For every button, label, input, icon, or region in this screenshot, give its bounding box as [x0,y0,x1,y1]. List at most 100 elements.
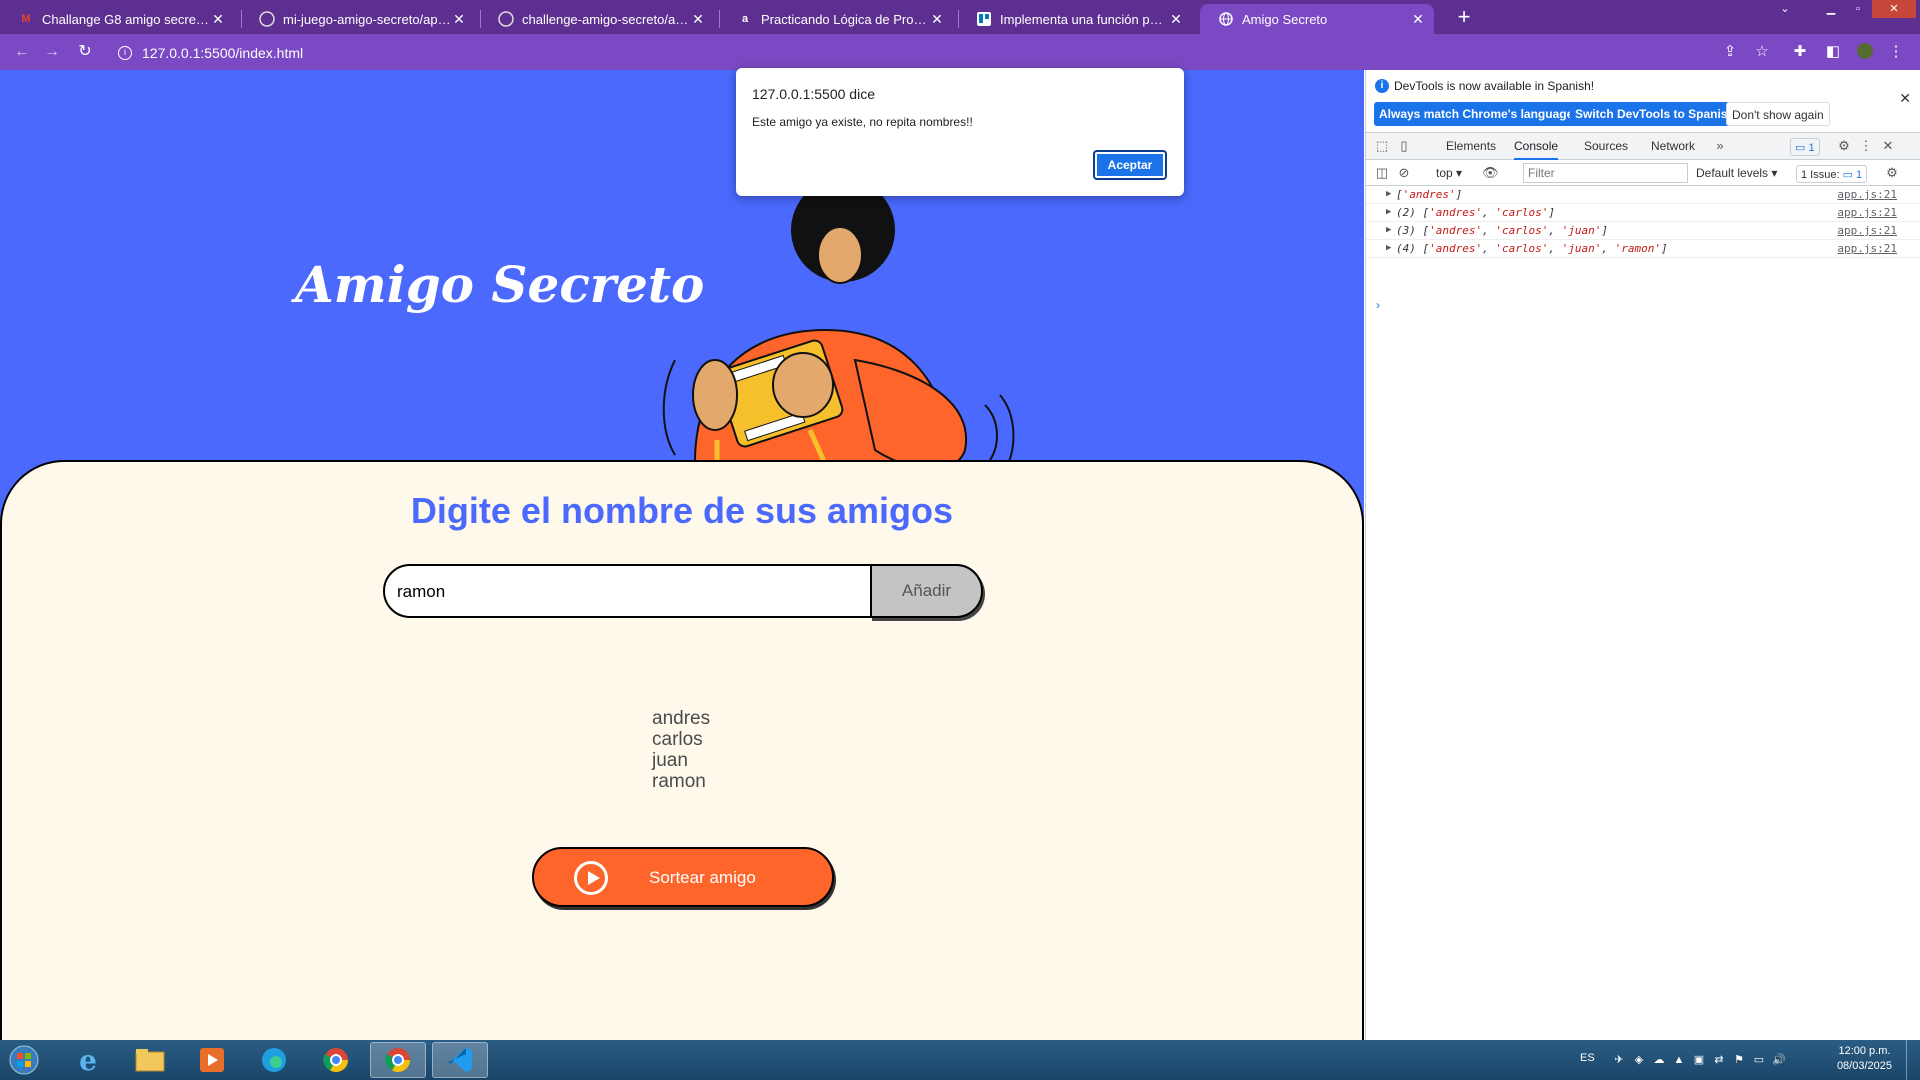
console-log-row[interactable]: ▶ (4) ['andres', 'carlos', 'juan', 'ramon… [1366,240,1920,258]
forward-icon[interactable]: → [42,42,62,62]
match-language-button[interactable]: Always match Chrome's language [1374,102,1579,126]
settings-gear-icon[interactable]: ⚙ [1836,138,1852,154]
vscode-icon[interactable] [432,1042,488,1078]
messages-badge[interactable]: ▭ 1 [1790,138,1820,156]
tray-app-icon[interactable]: ✈ [1612,1053,1626,1067]
media-player-icon[interactable] [184,1042,240,1078]
app-title: Amigo Secreto [295,255,705,314]
minimize-button[interactable]: ▁ [1818,0,1844,18]
context-value: top [1436,166,1453,180]
inspect-element-icon[interactable]: ⬚ [1374,138,1390,154]
console-log-row[interactable]: ▶ (2) ['andres', 'carlos'] app.js:21 [1366,204,1920,222]
tab-alura[interactable]: a Practicando Lógica de Programac ✕ [719,4,953,34]
tray-flag-icon[interactable]: ⚑ [1732,1053,1746,1067]
tab-close-icon[interactable]: ✕ [1410,11,1426,28]
tray-network-app-icon[interactable]: ▣ [1692,1053,1706,1067]
live-expression-eye-icon[interactable]: 👁 [1482,165,1499,181]
tab-search-icon[interactable]: ⌄ [1775,0,1795,18]
new-tab-button[interactable]: + [1450,5,1478,29]
switch-language-button[interactable]: Switch DevTools to Spanish [1570,102,1740,126]
close-window-button[interactable]: ✕ [1872,0,1916,18]
tab-gmail[interactable]: M Challange G8 amigo secreto - sig ✕ [0,4,234,34]
expand-arrow-icon[interactable]: ▶ [1386,189,1391,199]
console-log-row[interactable]: ▶ (3) ['andres', 'carlos', 'juan'] app.js:… [1366,222,1920,240]
draw-friend-label: Sortear amigo [649,868,756,887]
file-explorer-icon[interactable] [122,1042,178,1078]
maximize-button[interactable]: ▫ [1845,0,1871,18]
tab-github-2[interactable]: challenge-amigo-secreto/app.js a ✕ [480,4,714,34]
share-icon[interactable]: ⇪ [1720,42,1740,62]
tab-close-icon[interactable]: ✕ [929,11,945,28]
close-icon[interactable]: ✕ [1899,90,1911,107]
chrome-menu-icon[interactable]: ⋮ [1886,42,1906,62]
site-info-icon[interactable]: i [118,46,132,60]
expand-arrow-icon[interactable]: ▶ [1386,207,1391,217]
side-panel-icon[interactable]: ◧ [1823,42,1843,62]
start-button[interactable] [0,1042,48,1078]
issues-label: 1 Issue: [1801,169,1840,181]
expand-arrow-icon[interactable]: ▶ [1386,243,1391,253]
url-bar[interactable]: i 127.0.0.1:5500/index.html [108,40,1728,66]
tab-close-icon[interactable]: ✕ [210,11,226,28]
tab-trello[interactable]: Implementa una función para act ✕ [958,4,1192,34]
console-prompt-icon[interactable]: › [1376,298,1380,312]
console-log-row[interactable]: ▶ ['andres'] app.js:21 [1366,186,1920,204]
add-friend-button[interactable]: Añadir [870,564,983,618]
tab-network[interactable]: Network [1651,133,1695,160]
tab-github-1[interactable]: mi-juego-amigo-secreto/app.js a ✕ [241,4,475,34]
tray-security-icon[interactable]: ▲ [1672,1053,1686,1067]
console-log-text: (4) ['andres', 'carlos', 'juan', 'ramon'… [1396,242,1668,255]
tray-show-hidden-icon[interactable]: ⇄ [1712,1053,1726,1067]
section-heading: Digite el nombre de sus amigos [410,490,954,531]
draw-friend-button[interactable]: Sortear amigo [532,847,834,907]
tab-console[interactable]: Console [1514,133,1559,160]
clock-date: 08/03/2025 [1836,1060,1892,1072]
dialog-ok-button[interactable]: Aceptar [1093,150,1167,180]
tab-sources[interactable]: Sources [1584,133,1628,160]
list-item: juan [652,750,688,771]
dont-show-again-button[interactable]: Don't show again [1726,102,1830,126]
console-source-link[interactable]: app.js:21 [1837,206,1897,219]
context-select[interactable]: top ▾ [1436,160,1462,187]
console-settings-icon[interactable]: ⚙ [1884,165,1900,181]
internet-explorer-icon[interactable]: e [60,1042,116,1078]
edge-browser-icon[interactable] [246,1042,302,1078]
tab-close-icon[interactable]: ✕ [1168,11,1184,28]
back-icon[interactable]: ← [12,42,32,62]
console-source-link[interactable]: app.js:21 [1837,242,1897,255]
reload-icon[interactable]: ↻ [75,42,95,62]
play-icon [574,861,608,895]
tray-display-icon[interactable]: ▭ [1752,1053,1766,1067]
issues-badge[interactable]: 1 Issue: ▭ 1 [1796,165,1868,183]
console-source-link[interactable]: app.js:21 [1837,188,1897,201]
profile-avatar-icon[interactable] [1855,42,1875,62]
messages-count: 1 [1808,142,1815,154]
github-icon [259,11,275,27]
close-devtools-icon[interactable]: ✕ [1880,138,1896,154]
console-filter-input[interactable]: Filter [1523,163,1688,183]
log-levels-select[interactable]: Default levels ▾ [1696,160,1777,187]
more-tabs-icon[interactable]: » [1712,138,1728,154]
expand-arrow-icon[interactable]: ▶ [1386,225,1391,235]
chrome-active-icon[interactable] [370,1042,426,1078]
tab-close-icon[interactable]: ✕ [451,11,467,28]
bookmark-star-icon[interactable]: ☆ [1752,42,1772,62]
tab-title: Practicando Lógica de Programac [761,11,929,27]
chrome-icon[interactable] [308,1042,364,1078]
tab-amigo-secreto[interactable]: Amigo Secreto ✕ [1200,4,1434,34]
tray-cloud-icon[interactable]: ☁ [1652,1053,1666,1067]
devtools-menu-icon[interactable]: ⋮ [1858,138,1874,154]
tray-volume-icon[interactable]: 🔊 [1772,1053,1786,1067]
sidebar-toggle-icon[interactable]: ◫ [1374,165,1390,181]
system-clock[interactable]: 12:00 p.m. 08/03/2025 [1837,1044,1892,1074]
extensions-icon[interactable]: ✚ [1790,42,1810,62]
device-toolbar-icon[interactable]: ▯ [1396,138,1412,154]
address-toolbar: ← → ↻ i 127.0.0.1:5500/index.html ⇪ ☆ ✚ … [0,34,1920,70]
show-desktop-button[interactable] [1906,1040,1920,1080]
tab-close-icon[interactable]: ✕ [690,11,706,28]
tab-elements[interactable]: Elements [1446,133,1496,160]
clear-console-icon[interactable]: ⊘ [1396,165,1412,181]
input-language[interactable]: ES [1580,1052,1595,1064]
console-source-link[interactable]: app.js:21 [1837,224,1897,237]
tray-vpn-icon[interactable]: ◈ [1632,1053,1646,1067]
